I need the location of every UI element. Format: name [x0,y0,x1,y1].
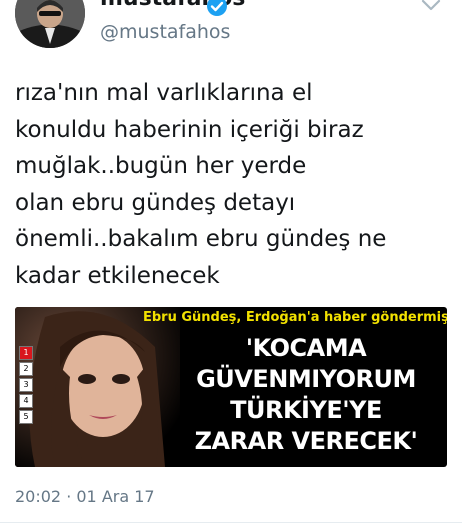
slide-number: 2 [19,362,33,376]
author-handle[interactable]: @mustafahos [100,21,230,43]
tweet-text-line: kadar etkilenecek [15,262,220,289]
news-headline: 'KOCAMA GÜVENMIYORUM TÜRKİYE'YE ZARAR VE… [165,333,447,457]
headline-line: TÜRKİYE'YE [230,396,382,424]
headline-line: GÜVENMIYORUM [196,365,416,393]
divider [0,522,462,523]
news-photo [15,307,180,467]
chevron-down-icon[interactable] [420,0,442,12]
author-avatar[interactable] [15,0,85,48]
tweet-text-line: rıza'nın mal varlıklarına el [15,80,313,106]
verified-badge-icon [207,0,227,16]
profile-photo [15,0,85,48]
tweet-text-line: olan ebru gündeş detayı [15,189,296,216]
tweet-media-image[interactable]: 1 2 3 4 5 Ebru Gündeş, Erdoğan'a haber g… [15,307,447,467]
tweet-header: mustafahos @mustafahos [0,0,462,60]
slide-number: 5 [19,410,33,424]
slide-number-list: 1 2 3 4 5 [19,346,33,426]
news-subtitle: Ebru Gündeş, Erdoğan'a haber göndermiş [143,310,447,325]
tweet-text: rıza'nın mal varlıklarına el konuldu hab… [15,75,455,294]
headline-line: 'KOCAMA [245,334,367,362]
tweet-timestamp[interactable]: 20:02 · 01 Ara 17 [15,487,155,506]
headline-line: ZARAR VERECEK' [194,427,418,455]
slide-number: 3 [19,378,33,392]
tweet-text-line: önemli..bakalım ebru gündeş ne [15,226,387,252]
slide-number: 1 [19,346,33,360]
tweet-text-line: konuldu haberinin içeriği biraz [15,116,364,143]
slide-number: 4 [19,394,33,408]
tweet-text-line: muğlak..bugün her yerde [15,153,307,179]
